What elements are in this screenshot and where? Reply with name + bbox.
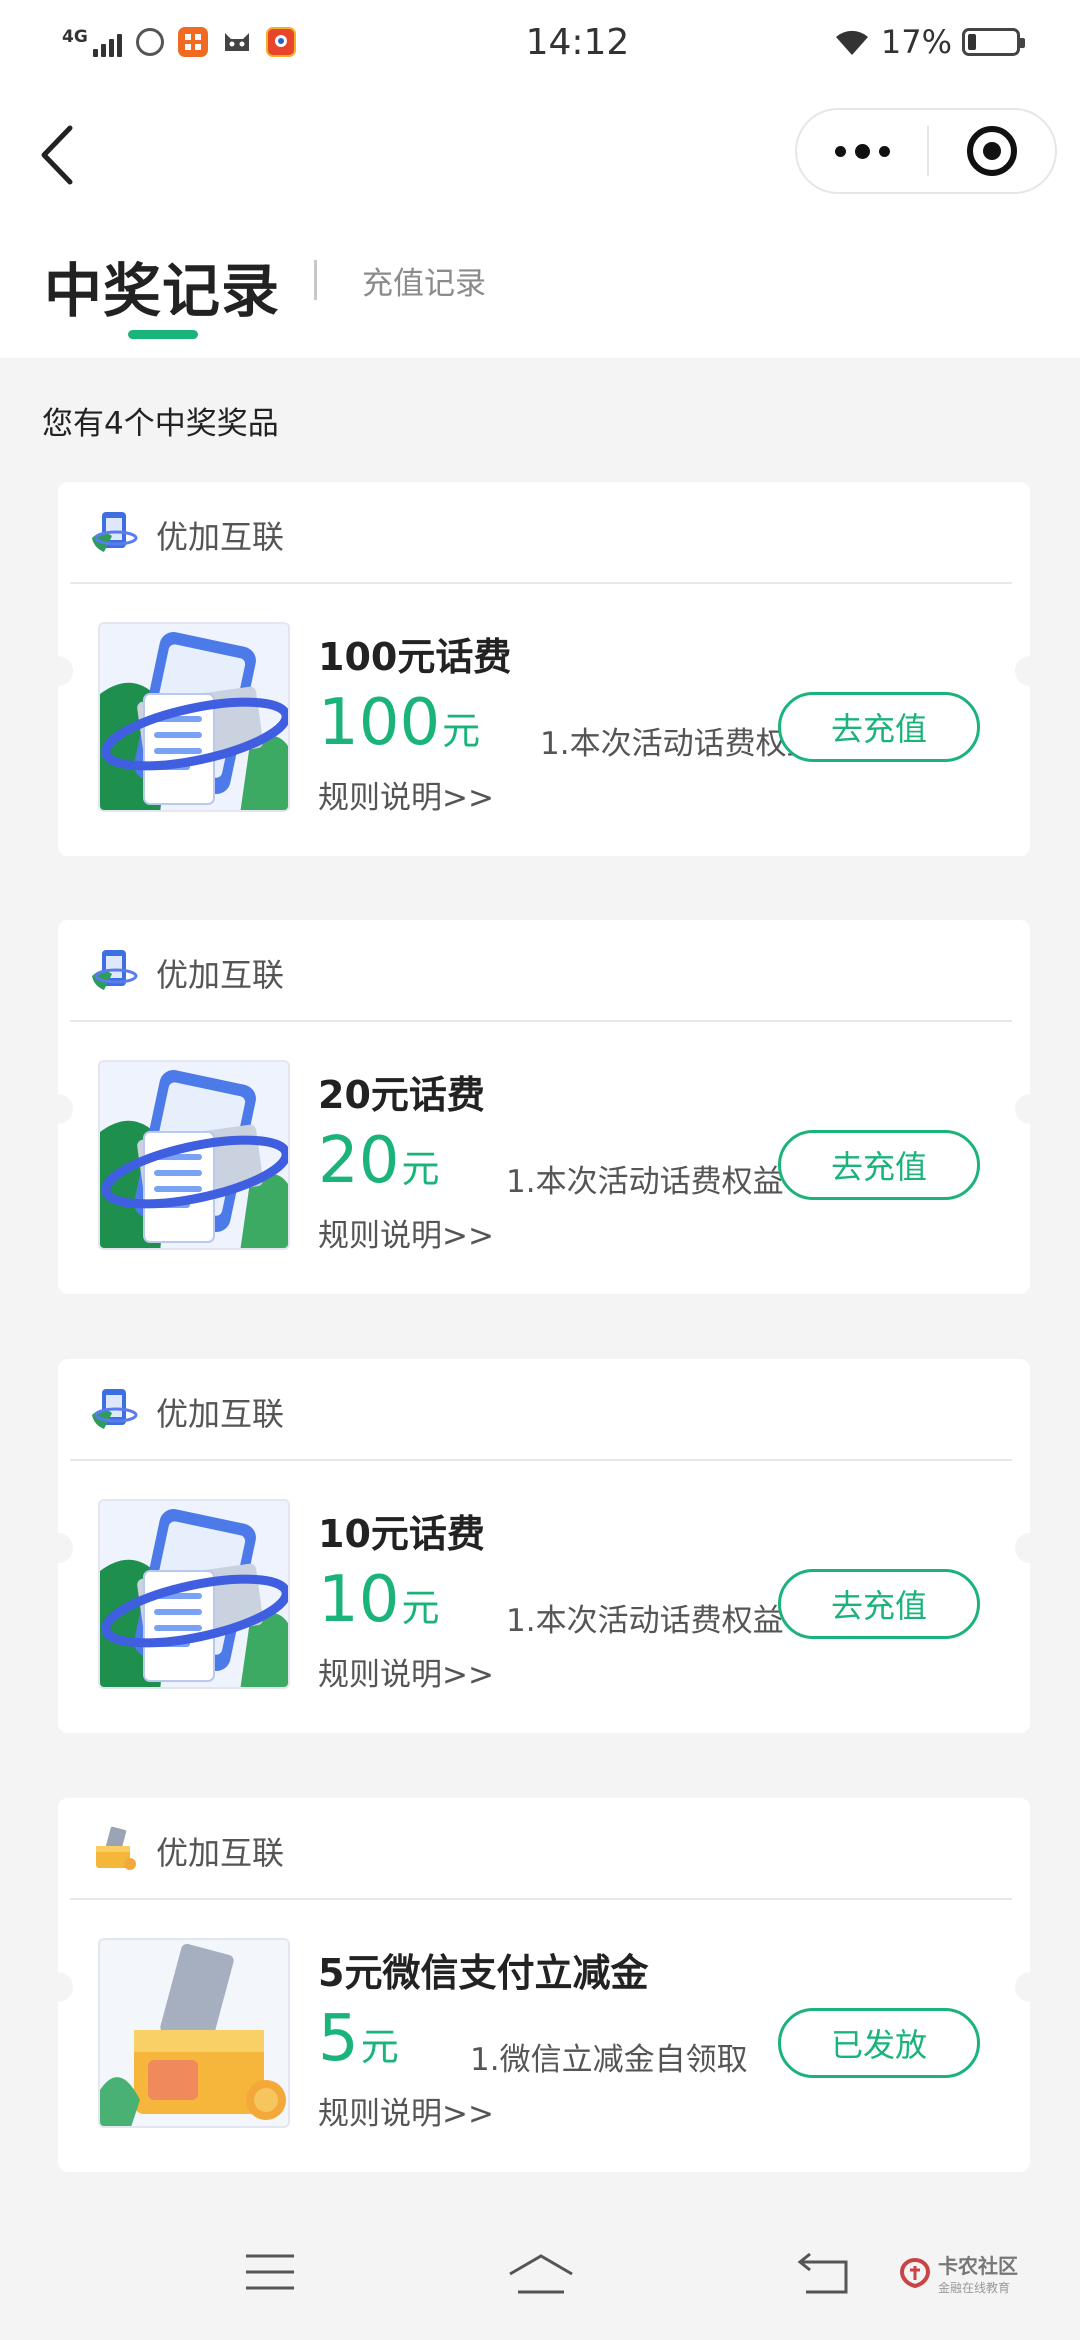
prize-image: [98, 1499, 290, 1689]
amount-unit: 元: [401, 1147, 440, 1191]
card-header: 优加互联: [58, 920, 1030, 1020]
phone-card-icon: [90, 1385, 138, 1433]
prize-amount: 20元: [318, 1124, 439, 1198]
recharge-button[interactable]: 去充值: [778, 1130, 980, 1200]
prize-card: 优加互联 5元微信支付立减金 5元 1.微信立减金自领取 规则说明>> 已发放: [43, 1798, 1045, 2172]
tab-bar: 中奖记录 充值记录: [0, 230, 1080, 358]
phone-card-icon: [90, 946, 138, 994]
rules-link[interactable]: 规则说明>>: [318, 1210, 494, 1255]
recharge-button[interactable]: 去充值: [778, 692, 980, 762]
card-header: 优加互联: [58, 482, 1030, 582]
card-header: 优加互联: [58, 1798, 1030, 1898]
prize-image: [98, 622, 290, 812]
more-dot-icon: [878, 145, 890, 157]
amount-unit: 元: [401, 1586, 440, 1630]
chevron-left-icon: [41, 125, 73, 185]
cat-app-icon: [221, 27, 252, 57]
brand-name: 优加互联: [156, 1834, 285, 1872]
tab-prize-records[interactable]: 中奖记录: [44, 244, 280, 328]
watermark-subtitle: 金融在线教育: [938, 2281, 1011, 2295]
prize-card: 优加互联 100元话费 100元 1.本次活动话费权益 规则说明>> 去充值: [43, 482, 1045, 856]
amount-value: 10: [318, 1563, 400, 1637]
target-icon: [967, 126, 1017, 176]
prize-title: 5元微信支付立减金: [318, 1951, 649, 1995]
prize-title: 20元话费: [318, 1073, 485, 1117]
watermark-title: 卡农社区: [938, 2254, 1018, 2278]
card-divider: [70, 1020, 1012, 1022]
rules-link[interactable]: 规则说明>>: [318, 1649, 494, 1694]
battery-level: [968, 34, 976, 50]
more-button[interactable]: [797, 110, 927, 192]
mini-program-capsule: [795, 108, 1057, 194]
status-left: 4G: [62, 27, 422, 57]
prize-title: 100元话费: [318, 635, 512, 679]
active-tab-indicator: [128, 330, 198, 339]
prize-amount: 5元: [318, 2002, 399, 2076]
card-header: 优加互联: [58, 1359, 1030, 1459]
back-button[interactable]: [34, 120, 84, 190]
status-bar: 4G 14:12 17%: [0, 0, 1080, 84]
status-right: 17%: [833, 23, 1025, 61]
battery-icon: [962, 28, 1025, 56]
clock: 14:12: [525, 21, 630, 63]
kanong-logo-icon: [899, 2257, 931, 2289]
prize-count-text: 您有4个中奖奖品: [42, 406, 279, 442]
issued-button[interactable]: 已发放: [778, 2008, 980, 2078]
prize-image: [98, 1938, 290, 2128]
phone-card-icon: [90, 508, 138, 556]
amount-unit: 元: [442, 709, 481, 753]
close-mini-program-button[interactable]: [929, 126, 1055, 176]
brand-name: 优加互联: [156, 518, 285, 556]
nav-bar: [0, 84, 1080, 230]
amount-value: 20: [318, 1124, 400, 1198]
rules-link[interactable]: 规则说明>>: [318, 2088, 494, 2133]
amount-value: 5: [318, 2002, 359, 2076]
prize-card: 优加互联 10元话费 10元 1.本次活动话费权益 规则说明>> 去充值: [43, 1359, 1045, 1733]
rules-link[interactable]: 规则说明>>: [318, 772, 494, 817]
recharge-button[interactable]: 去充值: [778, 1569, 980, 1639]
brand-name: 优加互联: [156, 1395, 285, 1433]
card-divider: [70, 582, 1012, 584]
prize-amount: 10元: [318, 1563, 439, 1637]
tab-recharge-records[interactable]: 充值记录: [362, 258, 486, 303]
more-dot-icon: [854, 143, 870, 159]
prize-card: 优加互联 20元话费 20元 1.本次活动话费权益 规则说明>> 去充值: [43, 920, 1045, 1294]
card-divider: [70, 1459, 1012, 1461]
network-type: 4G: [62, 27, 88, 47]
game-app-icon: [265, 27, 296, 57]
watermark: 卡农社区 金融在线教育: [898, 2250, 1018, 2296]
signal-icon: 4G: [62, 27, 122, 57]
battery-percent: 17%: [880, 23, 952, 61]
card-divider: [70, 1898, 1012, 1900]
brand-name: 优加互联: [156, 956, 285, 994]
back-nav-icon[interactable]: [796, 2252, 852, 2296]
prize-amount: 100元: [318, 686, 480, 760]
card-box-icon: [90, 1824, 138, 1872]
prize-title: 10元话费: [318, 1512, 485, 1556]
tab-divider: [314, 260, 317, 300]
amount-unit: 元: [360, 2025, 399, 2069]
home-icon[interactable]: [506, 2252, 576, 2296]
amount-value: 100: [318, 686, 441, 760]
prize-image: [98, 1060, 290, 1250]
wifi-icon: [835, 30, 868, 55]
metro-app-icon: [135, 28, 164, 56]
menu-icon[interactable]: [244, 2252, 296, 2292]
taobao-app-icon: [177, 27, 208, 57]
more-dot-icon: [834, 145, 846, 157]
